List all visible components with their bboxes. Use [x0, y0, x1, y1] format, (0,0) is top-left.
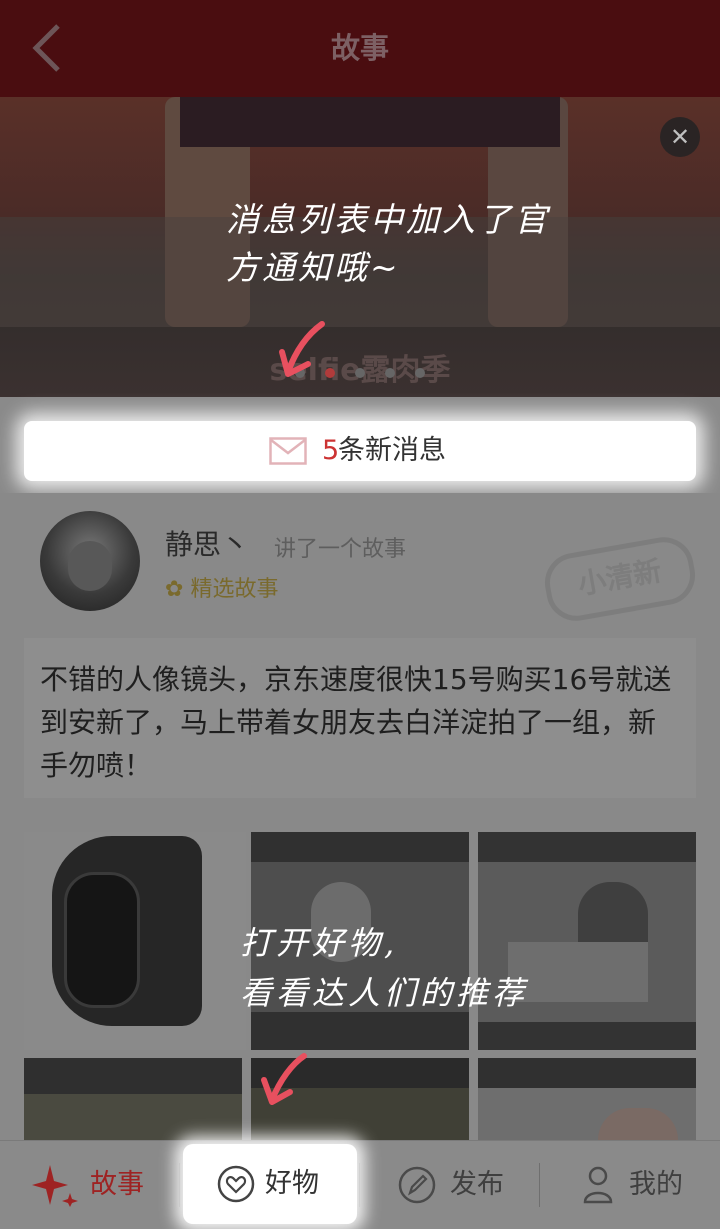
page-dot[interactable]	[415, 368, 425, 378]
photo-thumbnail[interactable]	[478, 1058, 696, 1140]
story-username[interactable]: 静思丶	[165, 523, 249, 563]
photo-thumbnail[interactable]	[24, 832, 246, 1050]
tab-label: 好物	[265, 1168, 319, 1199]
tab-label: 我的	[629, 1169, 683, 1200]
featured-badge: ✿ 精选故事	[165, 571, 278, 603]
ribbon-icon: ✿	[165, 577, 184, 602]
bottom-tab-bar: 故事 发布 我的	[0, 1140, 720, 1229]
story-text: 不错的人像镜头，京东速度很快15号购买16号就送到安新了，马上带着女朋友去白洋淀…	[40, 663, 672, 782]
message-count: 5	[322, 435, 340, 466]
photo-thumbnail[interactable]	[24, 1058, 242, 1140]
guide-hint-line2: 看看达人们的推荐	[240, 974, 529, 1012]
tab-label: 发布	[450, 1169, 504, 1200]
featured-label: 精选故事	[190, 577, 279, 602]
tab-divider	[179, 1163, 180, 1207]
tab-divider	[539, 1163, 540, 1207]
new-messages-bar[interactable]: 5 条新消息	[24, 421, 696, 481]
hint-arrow-icon	[279, 321, 325, 377]
tab-goods[interactable]: 好物	[183, 1144, 357, 1224]
hint-arrow-icon	[261, 1053, 307, 1105]
banner-close-icon[interactable]: ✕	[660, 117, 700, 157]
edit-icon	[398, 1166, 436, 1204]
page-dot[interactable]	[355, 368, 365, 378]
message-label: 条新消息	[338, 435, 446, 466]
heart-icon	[217, 1165, 255, 1203]
page-dot[interactable]	[385, 368, 395, 378]
banner-page-dots	[0, 363, 720, 382]
tab-label: 故事	[90, 1169, 144, 1200]
style-stamp: 小清新	[540, 532, 700, 626]
guide-hint-goods: 打开好物, 看看达人们的推荐	[240, 918, 660, 1018]
sparkle-icon	[32, 1165, 78, 1207]
tab-me[interactable]: 我的	[583, 1141, 703, 1229]
avatar[interactable]	[40, 511, 140, 611]
guide-hint-line1: 打开好物,	[240, 924, 399, 962]
guide-hint-messages: 消息列表中加入了官方通知哦~	[226, 200, 550, 287]
top-bar: 故事	[0, 0, 720, 97]
user-icon	[583, 1166, 613, 1204]
tab-edit[interactable]: 发布	[398, 1141, 518, 1229]
story-text-box: 不错的人像镜头，京东速度很快15号购买16号就送到安新了，马上带着女朋友去白洋淀…	[24, 638, 696, 798]
tab-stories[interactable]: 故事	[32, 1141, 162, 1229]
tab-divider	[359, 1163, 360, 1207]
story-action: 讲了一个故事	[274, 537, 407, 562]
mail-icon	[269, 437, 307, 465]
page-title: 故事	[330, 31, 389, 65]
